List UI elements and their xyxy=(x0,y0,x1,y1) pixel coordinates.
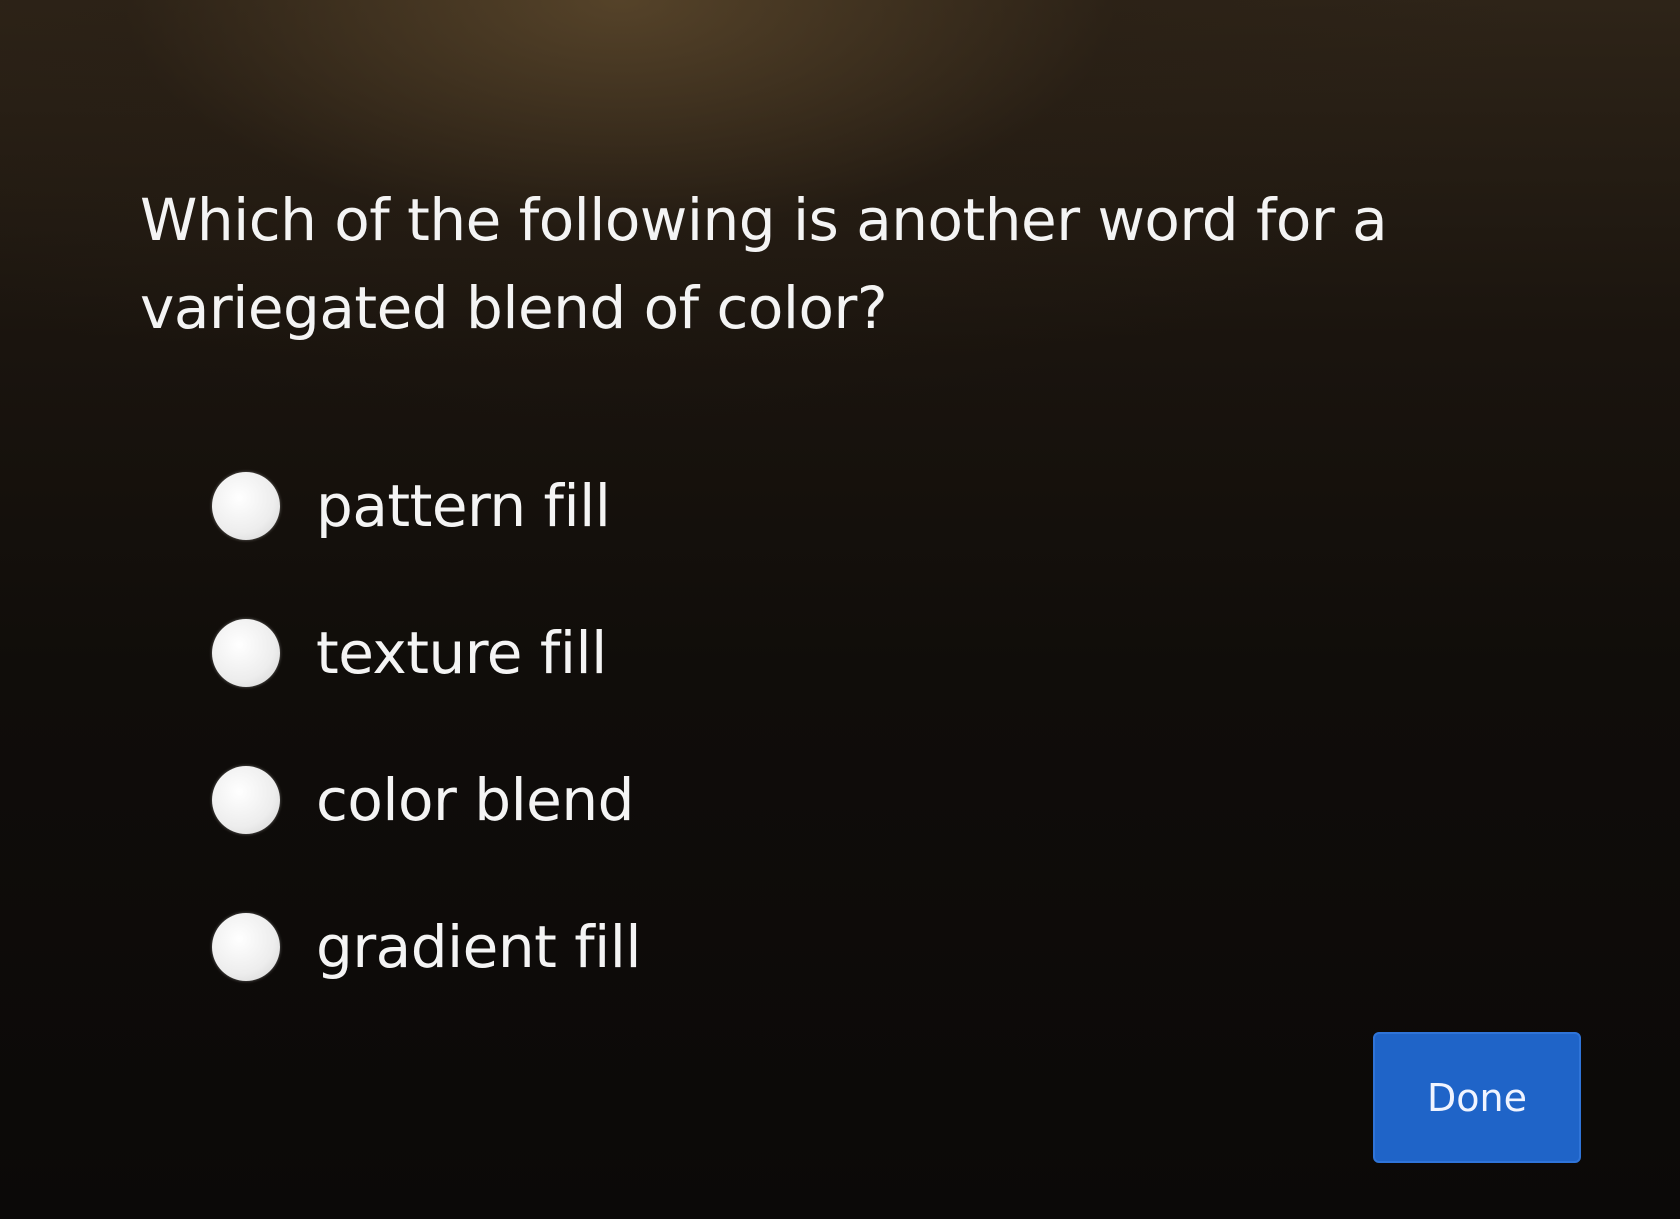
option-label: gradient fill xyxy=(316,913,642,981)
radio-button[interactable] xyxy=(212,619,280,687)
option-color-blend[interactable]: color blend xyxy=(212,764,641,836)
option-gradient-fill[interactable]: gradient fill xyxy=(212,911,642,983)
radio-button[interactable] xyxy=(212,472,280,540)
option-label: texture fill xyxy=(316,619,607,687)
question-text: Which of the following is another word f… xyxy=(140,186,1388,342)
radio-button[interactable] xyxy=(212,766,280,834)
option-texture-fill[interactable]: texture fill xyxy=(212,617,641,689)
option-pattern-fill[interactable]: pattern fill xyxy=(212,470,641,542)
radio-button[interactable] xyxy=(212,913,280,981)
done-button[interactable]: Done xyxy=(1373,1032,1581,1163)
option-label: color blend xyxy=(316,766,634,834)
answer-options: pattern fill texture fill color blend gr… xyxy=(212,470,642,1058)
option-label: pattern fill xyxy=(316,472,611,540)
